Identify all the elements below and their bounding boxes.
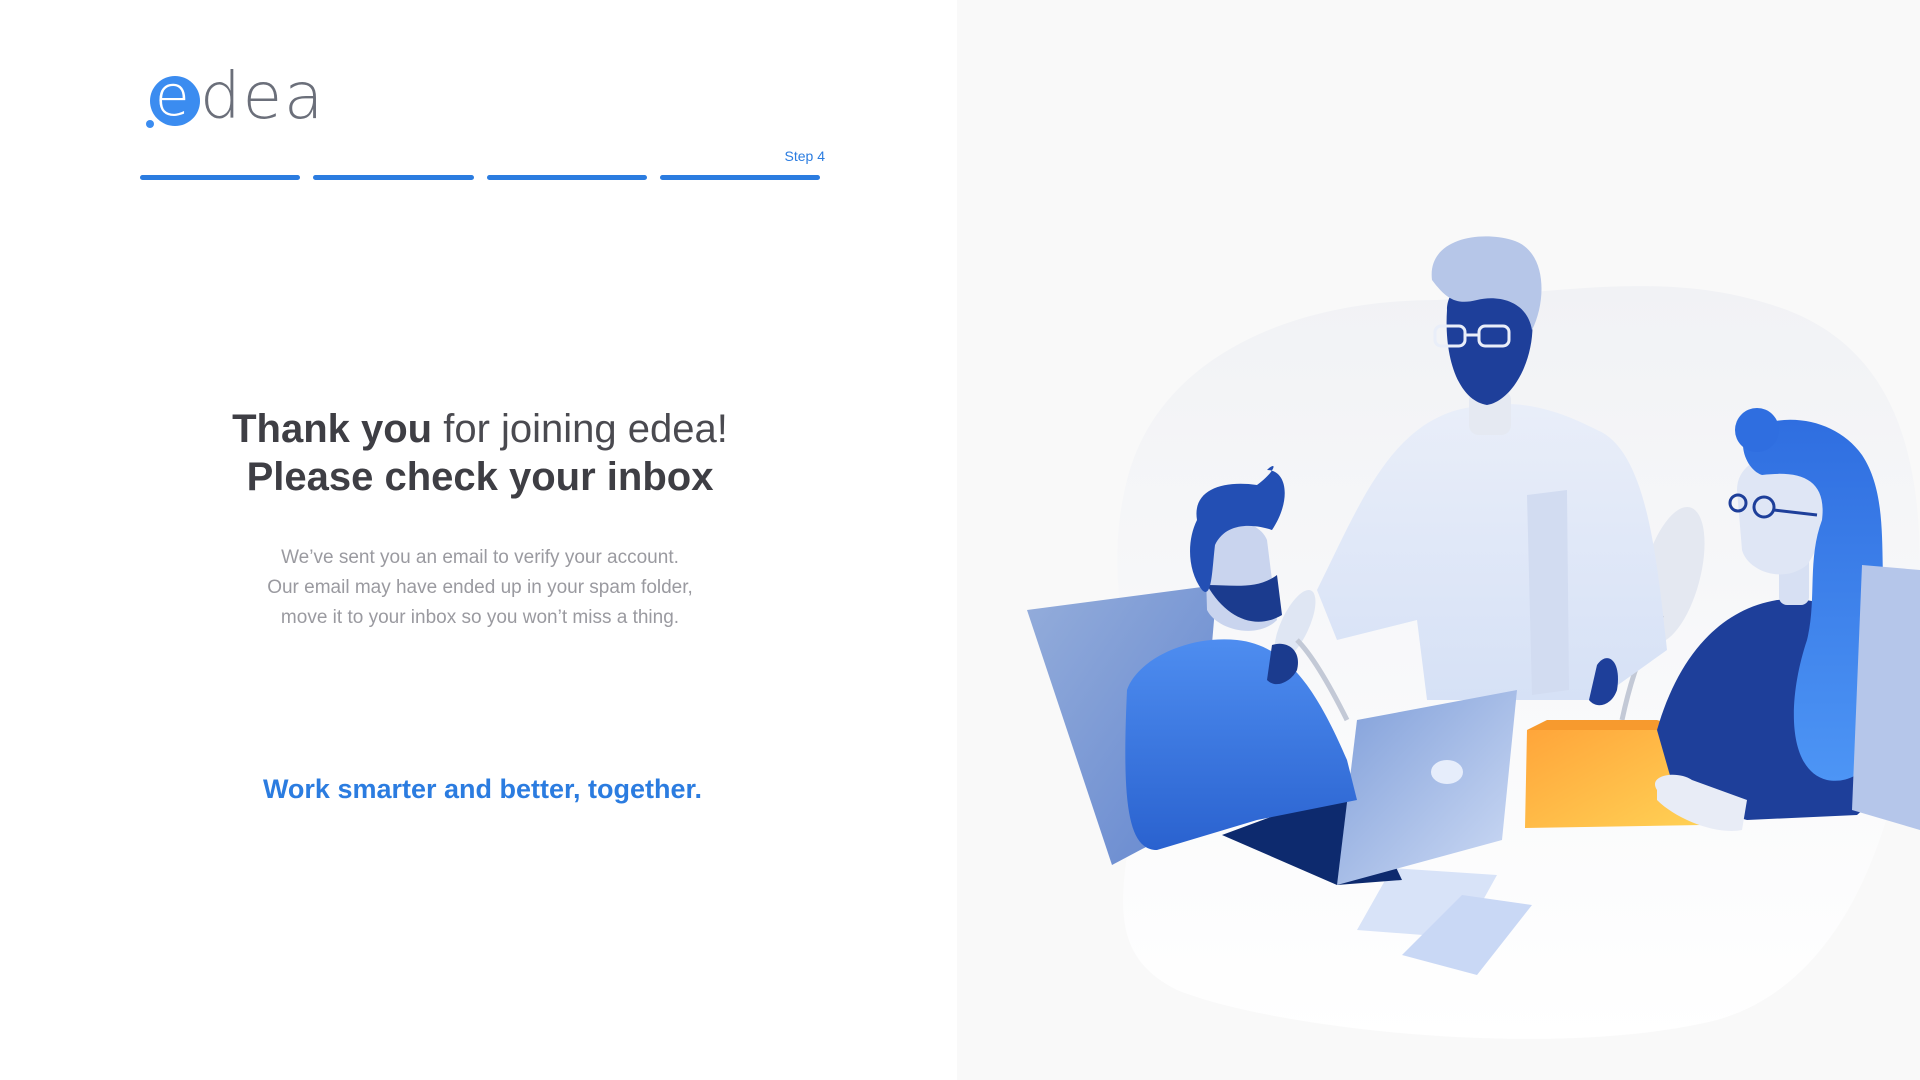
title-line-2: Please check your inbox [246, 455, 714, 499]
title-emphasis: Thank you [232, 407, 433, 451]
team-illustration [1027, 236, 1920, 1039]
edea-logo[interactable]: e dea [144, 62, 344, 132]
progress-segment-4 [659, 175, 820, 180]
step-indicator: Step 4 [784, 148, 825, 164]
message-line-2: Our email may have ended up in your spam… [267, 577, 693, 598]
progress-segment-2 [313, 175, 474, 180]
progress-segment-1 [140, 175, 301, 180]
logo-wordmark: dea [200, 60, 326, 134]
logo-bubble-icon: e [144, 66, 206, 128]
illustration-panel [957, 0, 1920, 1080]
content-panel: e dea Step 4 Thank you for joining edea!… [0, 0, 957, 1080]
message-line-3: move it to your inbox so you won’t miss … [280, 607, 680, 628]
progress-bar [140, 175, 820, 180]
title-line-1: Thank you for joining edea! [140, 405, 820, 453]
message-line-1: We’ve sent you an email to verify your a… [281, 547, 679, 568]
page-title: Thank you for joining edea! Please check… [140, 405, 820, 501]
logo-initial: e [155, 64, 190, 129]
signup-confirmation-page: e dea Step 4 Thank you for joining edea!… [0, 0, 1920, 1080]
tagline: Work smarter and better, together. [262, 774, 703, 804]
verification-message: We’ve sent you an email to verify your a… [140, 543, 820, 633]
progress-segment-3 [486, 175, 647, 180]
title-rest: for joining edea! [432, 407, 728, 451]
